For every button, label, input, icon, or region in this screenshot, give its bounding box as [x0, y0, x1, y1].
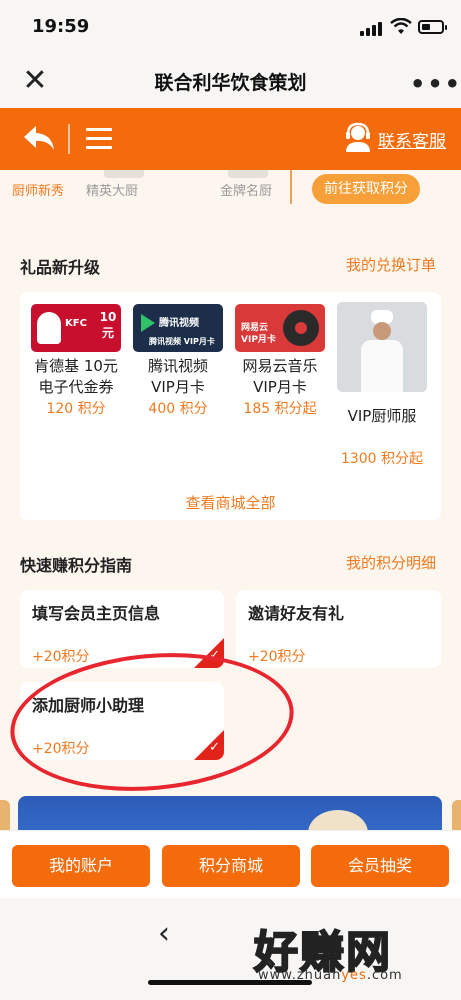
header-bar: 联系客服 — [0, 108, 461, 170]
gift-card: KFC 10元 肯德基 10元 电子代金券 120 积分 腾讯视频 腾讯视频 V… — [20, 292, 441, 520]
gift-name-line2: 电子代金券 — [38, 378, 114, 396]
status-time: 19:59 — [32, 16, 90, 37]
gift-name: VIP厨师服 — [347, 407, 417, 425]
points-mall-button[interactable]: 积分商城 — [162, 845, 300, 887]
gift-item-chef-uniform[interactable]: VIP厨师服 1300 积分起 — [336, 302, 428, 470]
gift-name: 网易云音乐 — [242, 357, 318, 375]
task-name: 邀请好友有礼 — [248, 604, 345, 623]
kfc-voucher-image: KFC 10元 — [31, 304, 121, 352]
my-points-detail-link[interactable]: 我的积分明细 — [346, 552, 436, 573]
level-gold-chef: 金牌名厨 — [220, 184, 273, 199]
netease-music-image: 网易云 VIP月卡 — [235, 304, 325, 352]
tencent-video-image: 腾讯视频 腾讯视频 VIP月卡 — [133, 304, 223, 352]
signal-icon — [360, 22, 384, 36]
level-marker — [228, 170, 268, 178]
watermark-url: www.zhuanyes.com — [258, 968, 403, 983]
earn-points-button[interactable]: 前往获取积分 — [312, 174, 420, 204]
more-icon[interactable]: ••• — [410, 70, 461, 98]
chevron-left-icon[interactable]: ‹ — [158, 916, 170, 951]
gift-item-kfc[interactable]: KFC 10元 肯德基 10元 电子代金券 120 积分 — [30, 304, 122, 420]
title-bar: ✕ 联合利华饮食策划 ••• — [0, 56, 461, 108]
menu-icon[interactable] — [86, 128, 112, 150]
chef-uniform-image — [337, 302, 427, 392]
tasks-section-title: 快速赚积分指南 — [20, 556, 133, 575]
back-arrow-icon[interactable] — [22, 122, 58, 154]
bottom-action-bar: 我的账户 积分商城 会员抽奖 — [0, 830, 461, 898]
task-card-invite[interactable]: 邀请好友有礼 +20积分 — [236, 590, 441, 668]
gift-item-tencent[interactable]: 腾讯视频 腾讯视频 VIP月卡 腾讯视频 VIP月卡 400 积分 — [132, 304, 224, 420]
status-bar: 19:59 — [0, 0, 461, 56]
contact-service-link[interactable]: 联系客服 — [378, 127, 446, 152]
member-lottery-button[interactable]: 会员抽奖 — [311, 845, 449, 887]
gift-name: 腾讯视频 — [147, 357, 208, 375]
gift-name: 肯德基 10元 — [34, 357, 118, 375]
view-all-mall-link[interactable]: 查看商城全部 — [20, 492, 441, 513]
gifts-section-title: 礼品新升级 — [20, 258, 101, 277]
level-progress: 厨师新秀 精英大厨 金牌名厨 前往获取积分 — [0, 170, 461, 214]
gift-item-netease[interactable]: 网易云 VIP月卡 网易云音乐 VIP月卡 185 积分起 — [234, 304, 326, 420]
customer-service-icon[interactable] — [344, 122, 372, 152]
page-title: 联合利华饮食策划 — [154, 72, 307, 94]
gift-points: 185 积分起 — [243, 401, 317, 417]
gift-name-line2: VIP月卡 — [253, 378, 307, 396]
task-points: +20积分 — [248, 649, 306, 665]
gift-points: 120 积分 — [46, 401, 106, 417]
gift-points: 400 积分 — [148, 401, 208, 417]
my-account-button[interactable]: 我的账户 — [12, 845, 150, 887]
header-divider — [68, 124, 70, 154]
level-marker — [104, 170, 144, 178]
level-elite-chef: 精英大厨 — [86, 184, 139, 199]
wifi-icon — [390, 18, 412, 34]
gift-name-line2: VIP月卡 — [151, 378, 205, 396]
task-name: 填写会员主页信息 — [32, 604, 161, 623]
my-orders-link[interactable]: 我的兑换订单 — [346, 254, 436, 275]
level-chef-rookie: 厨师新秀 — [12, 184, 65, 199]
gift-points: 1300 积分起 — [340, 451, 424, 467]
battery-icon — [418, 20, 447, 34]
task-points: +20积分 — [32, 649, 90, 665]
level-divider — [290, 170, 292, 204]
